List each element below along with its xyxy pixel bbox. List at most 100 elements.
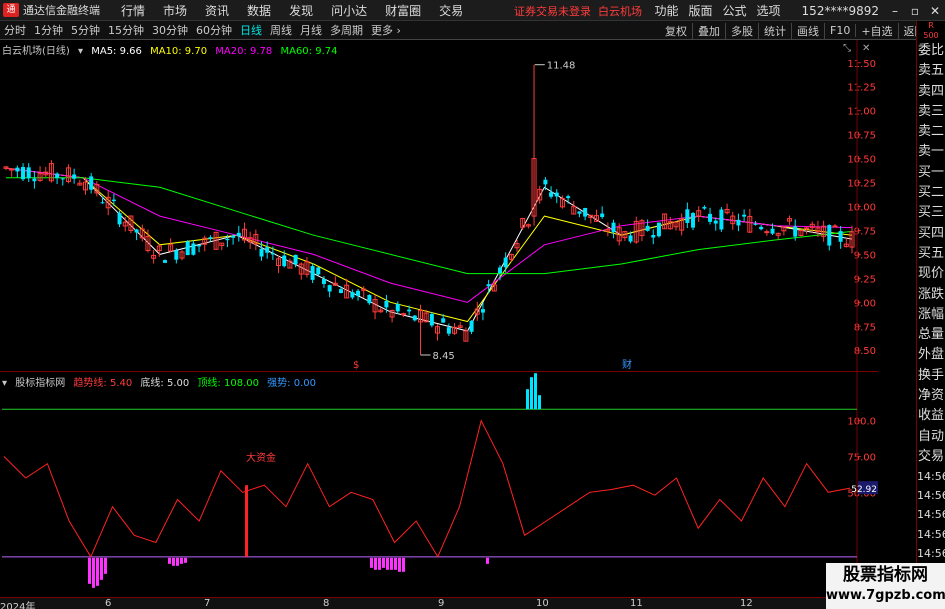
period-monthly[interactable]: 月线 xyxy=(300,22,322,38)
period-more[interactable]: 更多 › xyxy=(371,22,401,38)
login-status[interactable]: 证券交易未登录 白云机场 xyxy=(514,3,642,19)
menu-gongneng[interactable]: 功能 xyxy=(654,2,678,19)
tool-diejia[interactable]: 叠加 xyxy=(693,22,726,39)
strength-bar-down xyxy=(402,557,405,572)
period-15min[interactable]: 15分钟 xyxy=(108,22,144,38)
side-item-1[interactable]: 卖五 xyxy=(917,61,945,81)
menu-gongshi[interactable]: 公式 xyxy=(723,2,747,19)
candle-body-down xyxy=(395,303,400,312)
candle-body-down xyxy=(100,202,105,204)
candle-body-up xyxy=(764,231,770,234)
side-item-0[interactable]: 委比 xyxy=(917,41,945,61)
side-item-10[interactable]: 买五 xyxy=(917,244,945,264)
tool-f10[interactable]: F10 xyxy=(825,24,857,37)
strength-bar-down xyxy=(382,557,385,568)
auto-trade-label-2[interactable]: 交易 xyxy=(917,447,945,467)
menu-jiaoyi[interactable]: 交易 xyxy=(439,2,463,19)
side-item-5[interactable]: 卖一 xyxy=(917,142,945,162)
side-item-13[interactable]: 涨幅 xyxy=(917,305,945,325)
indicator-dropdown-icon[interactable]: ▾ xyxy=(2,378,7,389)
price-axis-label: 10.25 xyxy=(847,179,876,190)
period-multi[interactable]: 多周期 xyxy=(330,22,363,38)
menu-right: 功能 版面 公式 选项 152****9892 – ▫ ✕ xyxy=(649,0,945,21)
menu-faxian[interactable]: 发现 xyxy=(289,2,313,19)
period-toolbar: 分时 1分钟 5分钟 15分钟 30分钟 60分钟 日线 周线 月线 多周期 更… xyxy=(0,21,945,40)
tool-fuquan[interactable]: 复权 xyxy=(660,22,693,39)
side-item-7[interactable]: 买二 xyxy=(917,183,945,203)
menu-shuju[interactable]: 数据 xyxy=(247,2,271,19)
tool-add-watchlist[interactable]: +自选 xyxy=(856,22,899,39)
period-30min[interactable]: 30分钟 xyxy=(152,22,188,38)
side-item-2[interactable]: 卖四 xyxy=(917,82,945,102)
period-5min[interactable]: 5分钟 xyxy=(71,22,100,38)
indicator-chart-svg[interactable]: 100.075.0050.00大资金52.92 xyxy=(0,372,878,598)
price-chart-pane[interactable]: 11.50 11.25 11.00 10.75 10.50 10.25 10.00 9.75 9… xyxy=(0,40,878,371)
side-item-3[interactable]: 卖三 xyxy=(917,102,945,122)
strength-bar-down xyxy=(398,557,401,572)
ma20-label: MA20: 9.78 xyxy=(215,46,273,57)
period-1min[interactable]: 1分钟 xyxy=(34,22,63,38)
strength-bar-down xyxy=(394,557,397,570)
dropdown-icon[interactable]: ▾ xyxy=(78,46,83,57)
menu-xuanxiang[interactable]: 选项 xyxy=(757,2,781,19)
candle-body-down xyxy=(270,253,275,255)
date-label: 12 xyxy=(740,598,753,609)
minimize-icon[interactable]: – xyxy=(885,4,905,18)
menu-zixun[interactable]: 资讯 xyxy=(205,2,229,19)
side-item-6[interactable]: 买一 xyxy=(917,163,945,183)
side-item-4[interactable]: 卖二 xyxy=(917,122,945,142)
period-weekly[interactable]: 周线 xyxy=(270,22,292,38)
price-chart-svg[interactable]: 11.5011.2511.0010.7510.5010.2510.009.759… xyxy=(0,40,878,371)
menu-wenxiaoda[interactable]: 问小达 xyxy=(331,2,367,19)
side-time-3: 14:56 xyxy=(917,527,945,541)
auto-trade-label[interactable]: 自动 xyxy=(917,427,945,447)
quote-side-panel: R 500 委比 卖五 卖四 卖三 卖二 卖一 买一 买二 买三 买四 买五 现价 涨跌 涨幅 总量 外盘 换手净… xyxy=(916,21,945,609)
strength-bar-down xyxy=(386,557,389,570)
watermark-title: 股票指标网 xyxy=(843,565,928,585)
strong-param: 强势: 0.00 xyxy=(267,378,316,389)
price-axis-label: 11.00 xyxy=(847,107,876,118)
side-items: 委比 卖五 卖四 卖三 卖二 卖一 买一 买二 买三 买四 买五 现价 涨跌 涨幅 总量 外盘 换手 净资 收益 xyxy=(917,41,945,427)
period-daily[interactable]: 日线 xyxy=(240,22,262,38)
side-item-9[interactable]: 买四 xyxy=(917,224,945,244)
candle-body-down xyxy=(32,178,37,182)
close-pane-icon[interactable]: ✕ xyxy=(862,43,870,54)
account-id[interactable]: 152****9892 xyxy=(802,4,879,18)
date-label: 10 xyxy=(536,598,549,609)
side-item-11[interactable]: 现价 xyxy=(917,264,945,284)
side-item-14[interactable]: 总量 xyxy=(917,325,945,345)
candle-body-down xyxy=(827,225,832,246)
tool-tongji[interactable]: 统计 xyxy=(759,22,792,39)
period-fenshi[interactable]: 分时 xyxy=(4,22,26,38)
date-label: 2024年 xyxy=(0,602,36,609)
indicator-pane[interactable]: 100.075.0050.00大资金52.92 ▾ 股标指标网 趋势线: 5.4… xyxy=(0,371,878,598)
candle-body-down xyxy=(293,254,298,265)
side-item-12[interactable]: 涨跌 xyxy=(917,285,945,305)
menu-shichang[interactable]: 市场 xyxy=(163,2,187,19)
candle-body-down xyxy=(566,196,571,199)
price-info-line: 白云机场(日线) ▾ MA5: 9.66 MA10: 9.70 MA20: 9.… xyxy=(2,42,342,57)
tool-huaxian[interactable]: 画线 xyxy=(792,22,825,39)
ma-line-ma10 xyxy=(5,167,853,323)
tool-duogu[interactable]: 多股 xyxy=(726,22,759,39)
expand-icon[interactable]: ⤡ xyxy=(843,43,851,54)
menu-banmian[interactable]: 版面 xyxy=(689,2,713,19)
candle-body-up xyxy=(832,225,838,228)
bottom-param: 底线: 5.00 xyxy=(140,378,190,389)
side-item-17[interactable]: 净资 xyxy=(917,386,945,406)
candle-body-down xyxy=(486,284,491,287)
candle-body-down xyxy=(702,206,707,209)
side-item-15[interactable]: 外盘 xyxy=(917,345,945,365)
period-60min[interactable]: 60分钟 xyxy=(196,22,232,38)
menu-hangqing[interactable]: 行情 xyxy=(121,2,145,19)
date-label: 7 xyxy=(204,598,211,609)
close-icon[interactable]: ✕ xyxy=(925,4,945,18)
strength-bar-down xyxy=(104,557,107,574)
candle-body-down xyxy=(338,289,343,294)
side-item-16[interactable]: 换手 xyxy=(917,366,945,386)
side-item-8[interactable]: 买三 xyxy=(917,203,945,223)
maximize-icon[interactable]: ▫ xyxy=(905,4,925,18)
menu-caifuquan[interactable]: 财富圈 xyxy=(385,2,421,19)
side-item-18[interactable]: 收益 xyxy=(917,406,945,426)
candle-body-down xyxy=(197,245,202,247)
